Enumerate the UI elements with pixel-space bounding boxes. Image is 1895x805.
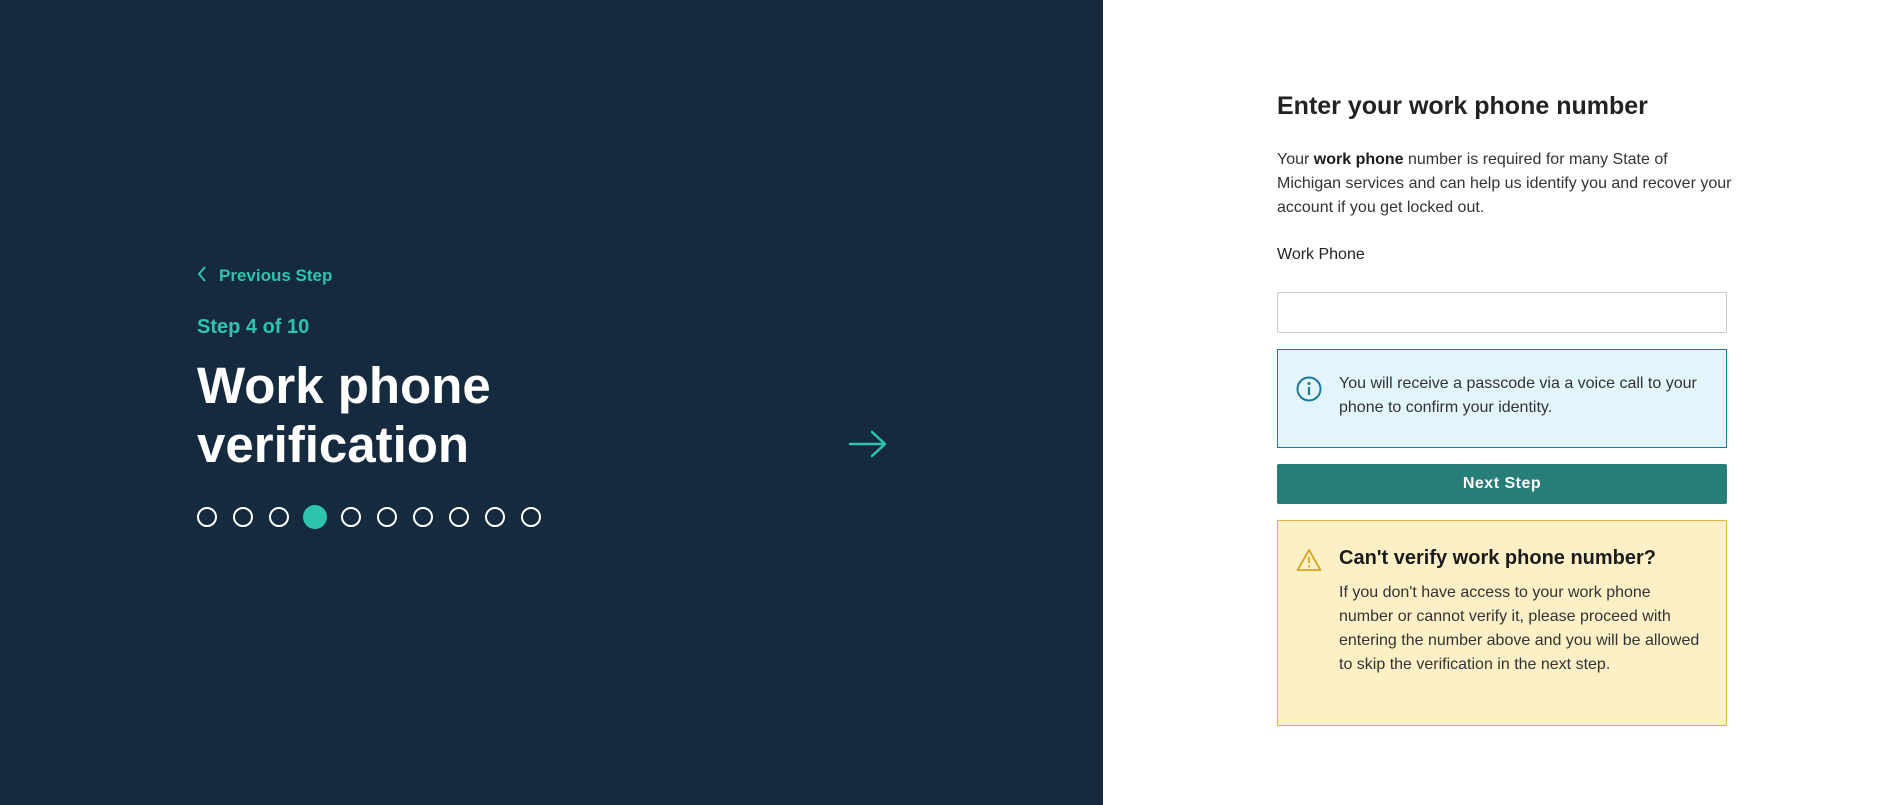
description-bold: work phone <box>1313 151 1404 168</box>
form-heading: Enter your work phone number <box>1277 92 1648 120</box>
form-description: Your work phone number is required for m… <box>1277 148 1732 220</box>
warning-text: If you don't have access to your work ph… <box>1339 584 1700 673</box>
step-dot <box>197 507 217 527</box>
left-panel: Previous Step Step 4 of 10 Work phone ve… <box>0 0 1103 805</box>
work-phone-label: Work Phone <box>1277 246 1365 263</box>
chevron-left-icon <box>197 265 207 287</box>
step-dot-current <box>303 505 327 529</box>
step-dot <box>521 507 541 527</box>
info-circle-icon <box>1296 376 1322 407</box>
previous-step-link[interactable]: Previous Step <box>197 264 332 288</box>
arrow-right-icon <box>848 428 888 465</box>
warning-triangle-icon <box>1296 548 1322 577</box>
step-dot <box>413 507 433 527</box>
description-prefix: Your <box>1277 151 1314 168</box>
work-phone-input[interactable] <box>1277 292 1727 333</box>
step-dot <box>341 507 361 527</box>
step-dot <box>233 507 253 527</box>
warning-alert: Can't verify work phone number? If you d… <box>1277 520 1727 726</box>
step-dot <box>377 507 397 527</box>
step-dot <box>269 507 289 527</box>
step-counter: Step 4 of 10 <box>197 316 310 338</box>
next-step-button[interactable]: Next Step <box>1277 464 1727 504</box>
step-progress-dots <box>197 505 541 529</box>
info-alert-text: You will receive a passcode via a voice … <box>1339 375 1697 416</box>
step-dot <box>449 507 469 527</box>
previous-step-label: Previous Step <box>219 266 333 285</box>
step-dot <box>485 507 505 527</box>
page-title: Work phone verification <box>197 357 491 473</box>
warning-title: Can't verify work phone number? <box>1339 547 1657 569</box>
info-alert: You will receive a passcode via a voice … <box>1277 349 1727 448</box>
